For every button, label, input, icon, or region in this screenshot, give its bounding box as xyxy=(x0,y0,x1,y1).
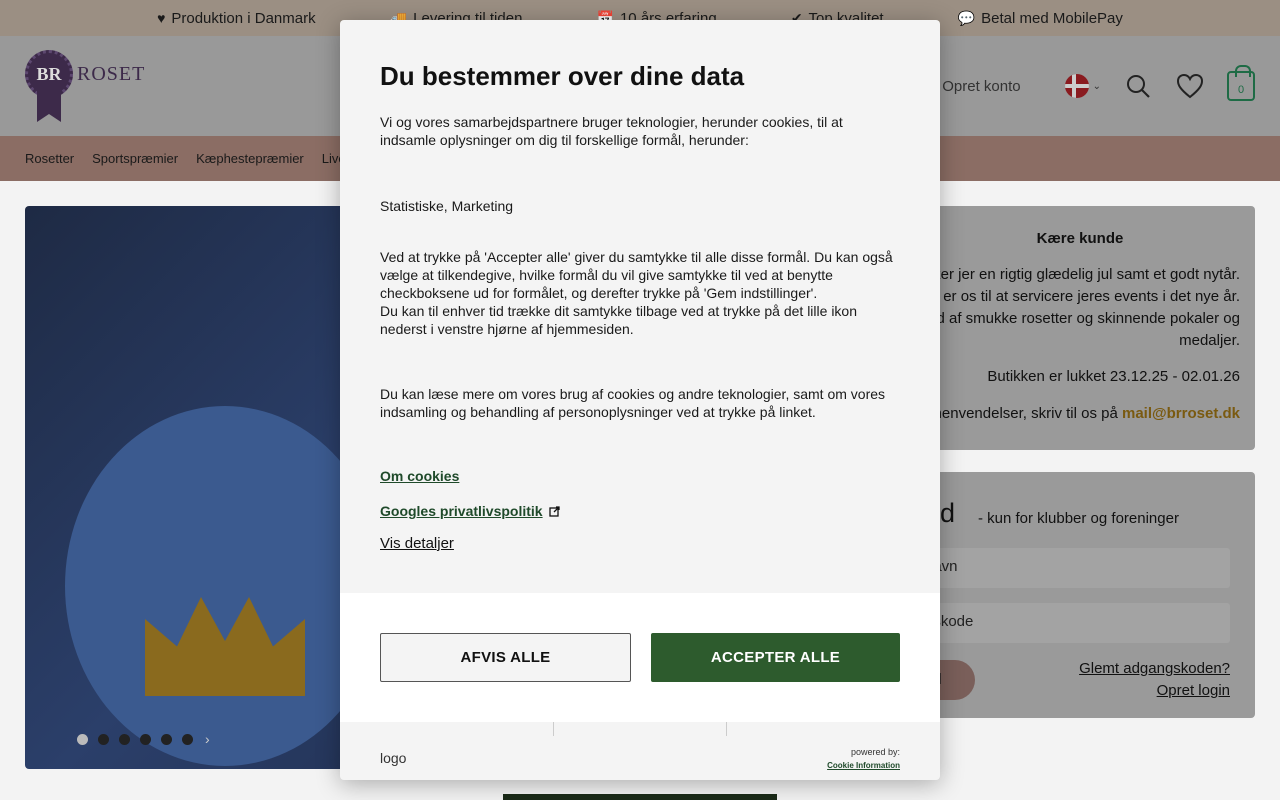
powered-by: powered by: Cookie Information xyxy=(827,747,900,772)
cookie-withdraw-text: Du kan til enhver tid trække dit samtykk… xyxy=(380,303,857,337)
about-cookies-link[interactable]: Om cookies xyxy=(380,467,459,485)
cookie-button-bar: AFVIS ALLE ACCEPTER ALLE xyxy=(340,593,940,722)
accept-all-button[interactable]: ACCEPTER ALLE xyxy=(651,633,900,682)
cookie-logo-image: logo xyxy=(380,750,407,766)
show-details-link[interactable]: Vis detaljer xyxy=(380,535,454,553)
reject-all-button[interactable]: AFVIS ALLE xyxy=(380,633,631,682)
external-link-icon xyxy=(548,505,560,517)
cookie-consent-dialog: Du bestemmer over dine data Vi og vores … xyxy=(340,20,940,780)
google-privacy-link[interactable]: Googles privatlivspolitik xyxy=(380,502,560,520)
cookie-dialog-title: Du bestemmer over dine data xyxy=(380,61,745,91)
provider-link[interactable]: Cookie Information xyxy=(827,759,900,772)
cookie-dialog-footer: logo powered by: Cookie Information xyxy=(340,722,940,780)
cookie-purposes: Statistiske, Marketing xyxy=(380,198,514,214)
cookie-read-more: Du kan læse mere om vores brug af cookie… xyxy=(380,386,886,420)
cookie-consent-text: Ved at trykke på 'Accepter alle' giver d… xyxy=(380,249,893,301)
cookie-intro: Vi og vores samarbejdspartnere bruger te… xyxy=(380,114,843,148)
